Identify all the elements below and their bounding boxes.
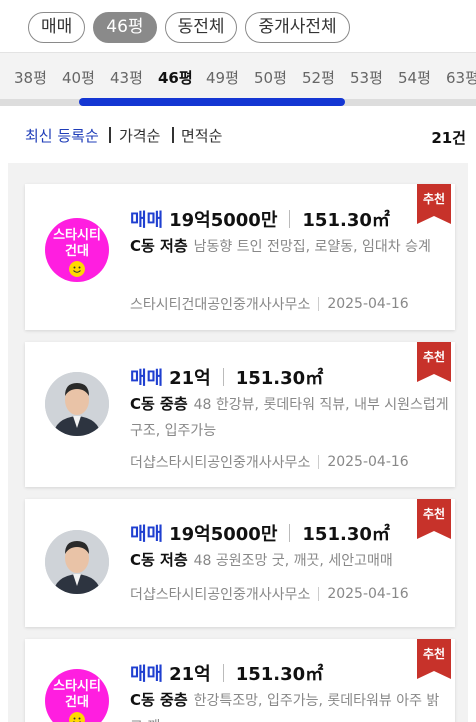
agency-name: 더샵스타시티공인중개사사무소 [130,455,311,471]
sort-area[interactable]: 면적순 [181,125,222,146]
price-row: 매매 19억5000만 151.30㎡ [130,206,390,232]
listing-description: C동 중층한강특조망, 입주가능, 롯데타워뷰 아주 밝고 깨 [130,687,450,722]
agency-row: 스타시티건대공인중개사사무소 2025-04-16 [130,294,409,314]
deal-type: 매매 [130,524,164,545]
building-floor: C동 중층 [130,691,188,709]
recommended-badge: 추천 [417,342,451,382]
deal-type: 매매 [130,210,164,231]
filter-chip-agency[interactable]: 중개사전체 [245,12,350,43]
sort-price[interactable]: 가격순 [119,125,160,146]
description-text: 48 공원조망 굿, 깨끗, 세안고매매 [193,553,393,569]
price-row: 매매 21억 151.30㎡ [130,660,323,686]
agency-logo-text: 스타시티 건대 [53,228,101,259]
divider [222,664,224,682]
filter-chip-bar: 매매 46평 동전체 중개사전체 [28,12,350,43]
deal-type: 매매 [130,368,164,389]
recommended-badge: 추천 [417,639,451,679]
filter-chip-building[interactable]: 동전체 [164,12,238,43]
filter-chip-deal-type[interactable]: 매매 [28,12,86,43]
price-row: 매매 19억5000만 151.30㎡ [130,520,390,546]
price: 19억5000만 [169,210,278,231]
size-tab-bar: 38평 40평 43평 46평 49평 50평 52평 53평 54평 63평 [0,52,476,106]
agent-avatar [45,372,109,436]
listing-card[interactable]: 추천 스타시티 건대 매매 21억 151.30㎡ C동 중층 한강특조망, 입주… [25,639,455,722]
price: 19억5000만 [169,524,278,545]
price: 21억 [169,664,211,685]
size-tab-43[interactable]: 43평 [110,67,158,88]
agency-name: 더샵스타시티공인중개사사무소 [130,587,311,603]
smile-icon [69,712,85,722]
listing-card[interactable]: 추천 매매 19억5000만 151.30㎡ C동 저층 48 공원조망 굿, 깨… [25,499,455,627]
agent-photo-icon [45,372,109,436]
building-floor: C동 중층 [130,395,188,413]
size-scroll-thumb[interactable] [79,98,345,106]
agency-row: 더샵스타시티공인중개사사무소 2025-04-16 [130,584,409,604]
recommended-badge: 추천 [417,184,451,224]
size-tab-54[interactable]: 54평 [398,67,446,88]
price-row: 매매 21억 151.30㎡ [130,364,323,390]
agency-logo: 스타시티 건대 [45,669,109,722]
listing-date: 2025-04-16 [327,296,409,312]
building-floor: C동 저층 [130,237,188,255]
sort-bar: 최신 등록순 가격순 면적순 21건 [25,125,466,149]
size-tab-50[interactable]: 50평 [254,67,302,88]
area: 151.30㎡ [235,664,324,685]
divider [222,368,224,386]
area: 151.30㎡ [302,524,390,545]
building-floor: C동 저층 [130,551,188,569]
listing-card[interactable]: 추천 스타시티 건대 매매 19억5000만 151.30㎡ C동 저층 남동향 … [25,184,455,330]
size-tab-49[interactable]: 49평 [206,67,254,88]
listing-card[interactable]: 추천 매매 21억 151.30㎡ C동 중층 48 한강뷰, 롯데타워 직뷰, … [25,342,455,487]
filter-chip-size[interactable]: 46평 [93,12,157,43]
sort-divider [109,127,111,143]
divider [289,210,291,228]
agency-logo-text: 스타시티 건대 [53,679,101,710]
divider [318,455,320,469]
agent-avatar [45,530,109,594]
sort-divider [172,127,174,143]
agency-name: 스타시티건대공인중개사사무소 [130,297,311,313]
listing-description: C동 저층 48 공원조망 굿, 깨끗, 세안고매매 [130,547,450,574]
divider [318,297,320,311]
size-tab-46[interactable]: 46평 [158,67,206,88]
listing-description: C동 중층 48 한강뷰, 롯데타워 직뷰, 내부 시원스럽게 구조, 입주가능 [130,391,450,444]
area: 151.30㎡ [302,210,390,231]
smile-icon [69,261,85,277]
recommended-badge: 추천 [417,499,451,539]
size-tab-63[interactable]: 63평 [446,67,476,88]
listing-date: 2025-04-16 [327,454,409,470]
listing-description: C동 저층 남동향 트인 전망집, 로얄동, 임대차 승계 [130,233,450,260]
divider [289,524,291,542]
listing-count: 21건 [431,129,466,147]
size-tab-53[interactable]: 53평 [350,67,398,88]
size-tab-list: 38평 40평 43평 46평 49평 50평 52평 53평 54평 63평 [14,67,476,88]
sort-latest[interactable]: 최신 등록순 [25,125,99,146]
listing-date: 2025-04-16 [327,586,409,602]
price: 21억 [169,368,211,389]
deal-type: 매매 [130,664,164,685]
divider [318,587,320,601]
description-text: 남동향 트인 전망집, 로얄동, 임대차 승계 [193,239,431,255]
agency-logo: 스타시티 건대 [45,218,109,282]
area: 151.30㎡ [235,368,324,389]
size-tab-40[interactable]: 40평 [62,67,110,88]
agency-row: 더샵스타시티공인중개사사무소 2025-04-16 [130,452,409,472]
agent-photo-icon [45,530,109,594]
size-tab-38[interactable]: 38평 [14,67,62,88]
size-tab-52[interactable]: 52평 [302,67,350,88]
